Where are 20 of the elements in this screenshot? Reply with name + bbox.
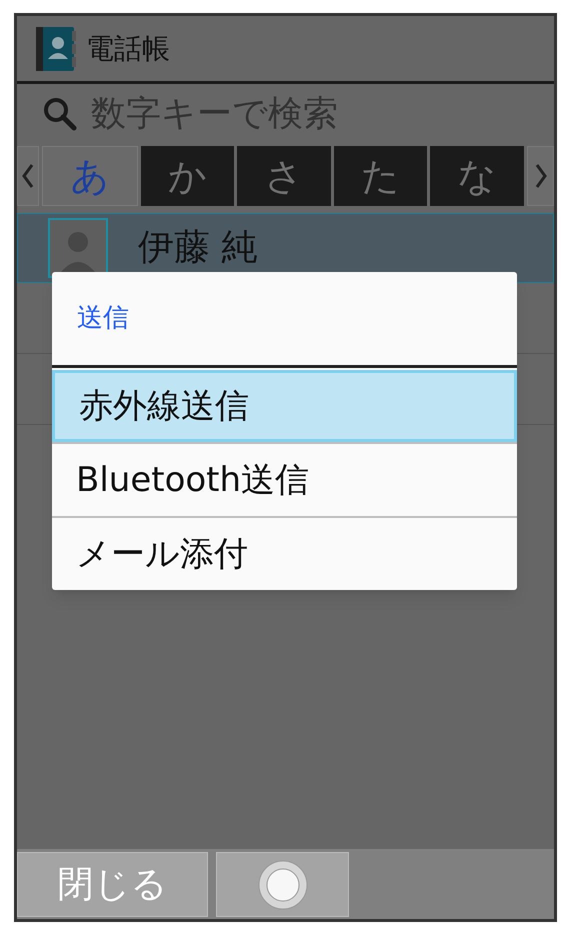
menu-option[interactable]: メール添付: [52, 516, 517, 590]
index-tab[interactable]: か: [140, 146, 234, 206]
chevron-left-icon: [22, 163, 34, 189]
index-tab[interactable]: さ: [237, 146, 331, 206]
index-tab[interactable]: た: [334, 146, 428, 206]
search-icon: [43, 97, 77, 131]
close-softkey[interactable]: 閉じる: [17, 852, 208, 917]
dialog-title: 送信: [77, 302, 129, 335]
next-tab-button[interactable]: [527, 146, 554, 206]
chevron-right-icon: [534, 163, 546, 189]
contact-name: 伊藤 純: [138, 226, 258, 270]
previous-tab-button[interactable]: [17, 146, 39, 206]
menu-option[interactable]: 赤外線送信: [52, 370, 517, 442]
index-tab[interactable]: な: [430, 146, 524, 206]
contacts-book-icon: [36, 26, 76, 70]
center-softkey[interactable]: [216, 852, 349, 917]
app-title: 電話帳: [86, 30, 170, 66]
menu-option[interactable]: Bluetooth送信: [52, 442, 517, 516]
avatar-icon: [48, 218, 108, 278]
circle-icon: [258, 860, 308, 910]
